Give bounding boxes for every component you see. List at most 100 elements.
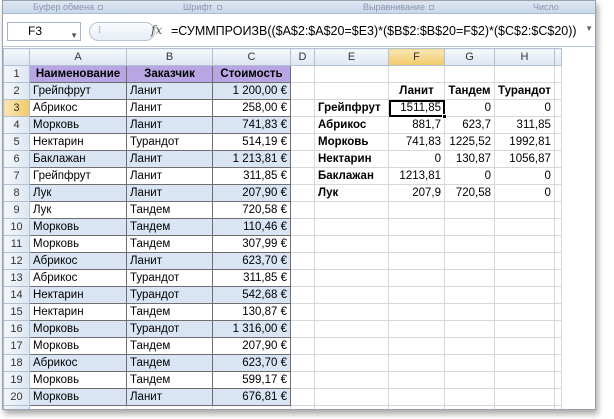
row-header[interactable]: 17 bbox=[3, 337, 30, 355]
summary-product-label[interactable]: Грейпфрут bbox=[314, 99, 389, 117]
cell-name[interactable]: Абрикос bbox=[29, 354, 127, 372]
empty-cell[interactable] bbox=[444, 65, 495, 83]
summary-value[interactable]: 0 bbox=[494, 99, 555, 117]
empty-cell[interactable] bbox=[314, 218, 389, 236]
column-header-f[interactable]: F bbox=[388, 48, 445, 66]
summary-value[interactable]: 207,9 bbox=[388, 184, 445, 202]
cell-name[interactable]: Грейпфрут bbox=[29, 167, 127, 185]
empty-cell[interactable] bbox=[494, 65, 555, 83]
cell-customer[interactable]: Тандем bbox=[126, 354, 213, 372]
empty-cell[interactable] bbox=[494, 201, 555, 219]
empty-cell[interactable] bbox=[553, 337, 562, 355]
empty-cell[interactable] bbox=[388, 252, 445, 270]
cell-name[interactable]: Абрикос bbox=[29, 252, 127, 270]
row-header[interactable]: 4 bbox=[3, 116, 30, 134]
empty-cell[interactable] bbox=[553, 252, 562, 270]
empty-cell[interactable] bbox=[494, 388, 555, 406]
cell-customer[interactable]: Ланит bbox=[126, 388, 213, 406]
summary-value[interactable]: 311,85 bbox=[494, 116, 555, 134]
row-header[interactable]: 16 bbox=[3, 320, 30, 338]
cell-name[interactable]: Нектарин bbox=[29, 303, 127, 321]
table-header-cell[interactable]: Стоимость bbox=[212, 65, 291, 83]
summary-value[interactable]: 1225,52 bbox=[444, 133, 495, 151]
row-header[interactable]: 3 bbox=[3, 99, 30, 117]
empty-cell[interactable] bbox=[388, 320, 445, 338]
empty-cell[interactable] bbox=[444, 354, 495, 372]
empty-cell[interactable] bbox=[290, 99, 315, 117]
chevron-down-icon[interactable]: ▼ bbox=[585, 24, 593, 33]
cell-name[interactable]: Абрикос bbox=[29, 99, 127, 117]
empty-cell[interactable] bbox=[314, 235, 389, 253]
cell-customer[interactable]: Турандот bbox=[126, 286, 213, 304]
empty-cell[interactable] bbox=[494, 235, 555, 253]
empty-cell[interactable] bbox=[314, 371, 389, 389]
empty-cell[interactable] bbox=[553, 133, 562, 151]
cell-customer[interactable]: Ланит bbox=[126, 184, 213, 202]
row-header[interactable]: 12 bbox=[3, 252, 30, 270]
summary-value[interactable]: 741,83 bbox=[388, 133, 445, 151]
cell-name[interactable]: Лук bbox=[29, 201, 127, 219]
summary-value[interactable]: 130,87 bbox=[444, 150, 495, 168]
cell-customer[interactable]: Ланит bbox=[126, 116, 213, 134]
active-cell[interactable]: 1511,85 bbox=[388, 99, 445, 117]
empty-cell[interactable] bbox=[444, 320, 495, 338]
empty-cell[interactable] bbox=[314, 337, 389, 355]
empty-cell[interactable] bbox=[290, 65, 315, 83]
empty-cell[interactable] bbox=[388, 337, 445, 355]
empty-cell[interactable] bbox=[553, 354, 562, 372]
column-header-h[interactable]: H bbox=[494, 48, 555, 66]
empty-cell[interactable] bbox=[553, 320, 562, 338]
select-all-corner[interactable] bbox=[3, 48, 30, 66]
row-header[interactable]: 2 bbox=[3, 82, 30, 100]
empty-cell[interactable] bbox=[553, 269, 562, 287]
empty-cell[interactable] bbox=[494, 371, 555, 389]
cell-cost[interactable]: 676,81 € bbox=[212, 388, 291, 406]
empty-cell[interactable] bbox=[290, 405, 315, 409]
empty-cell[interactable] bbox=[388, 218, 445, 236]
cell-name[interactable]: Морковь bbox=[29, 320, 127, 338]
empty-cell[interactable] bbox=[553, 184, 562, 202]
column-header-c[interactable]: C bbox=[212, 48, 291, 66]
empty-cell[interactable] bbox=[553, 405, 562, 409]
summary-value[interactable]: 623,7 bbox=[444, 116, 495, 134]
empty-cell[interactable] bbox=[494, 354, 555, 372]
empty-cell[interactable] bbox=[314, 320, 389, 338]
summary-customer-label[interactable]: Тандем bbox=[444, 82, 495, 100]
cell-customer[interactable]: Тандем bbox=[126, 201, 213, 219]
column-header-g[interactable]: G bbox=[444, 48, 495, 66]
empty-cell[interactable] bbox=[553, 218, 562, 236]
summary-value[interactable]: 0 bbox=[494, 167, 555, 185]
cell-name[interactable]: Грейпфрут bbox=[29, 82, 127, 100]
empty-cell[interactable] bbox=[553, 116, 562, 134]
cell-cost[interactable]: 311,85 € bbox=[212, 167, 291, 185]
empty-cell[interactable] bbox=[444, 218, 495, 236]
row-header[interactable]: 9 bbox=[3, 201, 30, 219]
worksheet-grid[interactable]: A B C D E F G H 1 Наименование Заказчик Стоимость 2 Г… bbox=[3, 48, 562, 409]
empty-cell[interactable] bbox=[553, 167, 562, 185]
empty-cell[interactable] bbox=[290, 235, 315, 253]
empty-cell[interactable] bbox=[388, 388, 445, 406]
empty-cell[interactable] bbox=[290, 82, 315, 100]
empty-cell[interactable] bbox=[314, 286, 389, 304]
cell-cost[interactable]: 130,87 € bbox=[212, 303, 291, 321]
column-header-d[interactable]: D bbox=[290, 48, 315, 66]
summary-value[interactable]: 1992,81 bbox=[494, 133, 555, 151]
row-header[interactable]: 6 bbox=[3, 150, 30, 168]
empty-cell[interactable] bbox=[314, 252, 389, 270]
row-header[interactable]: 18 bbox=[3, 354, 30, 372]
empty-cell[interactable] bbox=[553, 371, 562, 389]
cell-name[interactable]: Нектарин bbox=[29, 133, 127, 151]
summary-value[interactable]: 0 bbox=[444, 167, 495, 185]
table-header-cell[interactable]: Заказчик bbox=[126, 65, 213, 83]
empty-cell[interactable] bbox=[290, 116, 315, 134]
summary-product-label[interactable]: Нектарин bbox=[314, 150, 389, 168]
cell-customer[interactable]: Тандем bbox=[126, 235, 213, 253]
empty-cell[interactable] bbox=[290, 337, 315, 355]
empty-cell[interactable] bbox=[553, 82, 562, 100]
empty-cell[interactable] bbox=[444, 303, 495, 321]
empty-cell[interactable] bbox=[494, 405, 555, 409]
column-header-a[interactable]: A bbox=[29, 48, 127, 66]
summary-product-label[interactable]: Абрикос bbox=[314, 116, 389, 134]
cell-customer[interactable]: Турандот bbox=[126, 269, 213, 287]
empty-cell[interactable] bbox=[553, 99, 562, 117]
